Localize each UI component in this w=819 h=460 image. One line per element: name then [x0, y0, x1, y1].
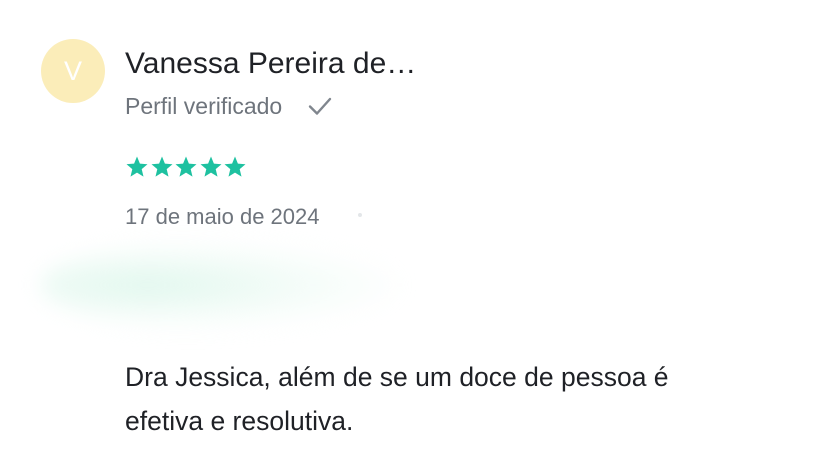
review-card: V Vanessa Pereira de… Perfil verificado …: [0, 0, 819, 460]
separator-dot: [358, 213, 362, 217]
star-icon: [224, 156, 246, 177]
star-rating: [125, 155, 248, 181]
star-icon: [126, 156, 148, 177]
author-name[interactable]: Vanessa Pereira de…: [125, 46, 416, 82]
verified-label: Perfil verificado: [125, 93, 283, 119]
verified-profile: Perfil verificado: [125, 90, 333, 122]
review-date: 17 de maio de 2024: [125, 204, 320, 229]
avatar[interactable]: V: [41, 39, 105, 103]
avatar-initial: V: [63, 55, 82, 86]
review-comment: Dra Jessica, além de se um doce de pesso…: [125, 355, 805, 443]
blurred-content: [40, 240, 400, 330]
check-icon: [309, 97, 332, 115]
review-comment-line: efetiva e resolutiva.: [125, 406, 354, 436]
star-icon: [200, 156, 222, 177]
review-comment-line: Dra Jessica, além de se um doce de pesso…: [125, 362, 669, 392]
star-icon: [151, 156, 173, 177]
star-icon: [175, 156, 197, 177]
